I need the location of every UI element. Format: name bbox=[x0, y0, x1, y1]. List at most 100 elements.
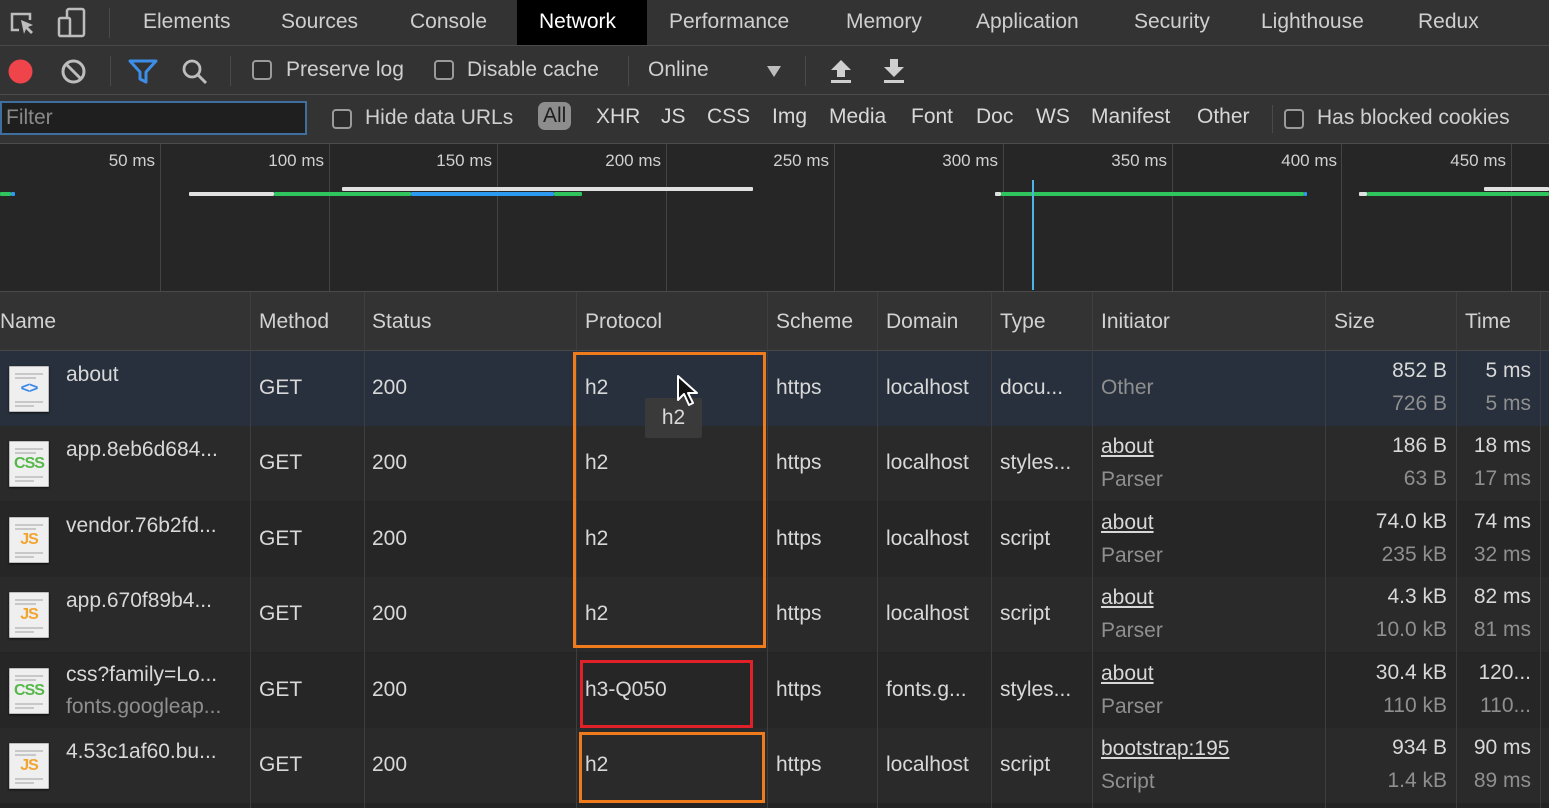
request-status: 200 bbox=[372, 678, 408, 701]
table-row[interactable]: JS vendor.76b2fd... GET 200 h2 https loc… bbox=[0, 502, 1549, 577]
request-scheme: https bbox=[776, 527, 822, 550]
column-header-method[interactable]: Method bbox=[259, 310, 329, 334]
initiator-link[interactable]: about bbox=[1101, 586, 1154, 610]
initiator-link[interactable]: about bbox=[1101, 511, 1154, 535]
css-file-icon: CSS bbox=[9, 441, 49, 487]
filter-type-other[interactable]: Other bbox=[1197, 105, 1250, 129]
tick-label: 350 ms bbox=[1111, 151, 1167, 170]
has-blocked-cookies-checkbox[interactable] bbox=[1284, 109, 1304, 129]
throttling-select[interactable]: Online bbox=[640, 52, 790, 88]
column-header-name[interactable]: Name bbox=[0, 310, 56, 334]
search-icon[interactable] bbox=[181, 58, 209, 86]
column-divider[interactable] bbox=[767, 292, 768, 808]
column-header-size[interactable]: Size bbox=[1334, 310, 1375, 334]
filter-type-css[interactable]: CSS bbox=[707, 105, 750, 129]
request-name[interactable]: css?family=Lo... bbox=[66, 663, 217, 687]
filter-type-js[interactable]: JS bbox=[661, 105, 686, 129]
transferred-size: 4.3 kB bbox=[1387, 585, 1447, 608]
tab-sources[interactable]: Sources bbox=[259, 0, 380, 45]
preserve-log-label[interactable]: Preserve log bbox=[286, 58, 404, 82]
request-domain: localhost bbox=[886, 527, 969, 550]
request-name[interactable]: vendor.76b2fd... bbox=[66, 514, 217, 538]
request-name[interactable]: app.670f89b4... bbox=[66, 589, 212, 613]
filter-type-img[interactable]: Img bbox=[772, 105, 807, 129]
filter-type-font[interactable]: Font bbox=[911, 105, 953, 129]
network-overview-timeline[interactable]: 50 ms 100 ms 150 ms 200 ms 250 ms 300 ms… bbox=[0, 144, 1549, 292]
initiator-link[interactable]: bootstrap:195 bbox=[1101, 737, 1229, 761]
filter-type-xhr[interactable]: XHR bbox=[596, 105, 640, 129]
device-toolbar-icon[interactable] bbox=[56, 6, 88, 38]
column-divider[interactable] bbox=[250, 292, 251, 808]
filter-type-doc[interactable]: Doc bbox=[976, 105, 1013, 129]
column-divider[interactable] bbox=[1456, 292, 1457, 808]
request-domain: fonts.g... bbox=[886, 678, 967, 701]
column-divider[interactable] bbox=[1092, 292, 1093, 808]
latency-time: 110... bbox=[1480, 694, 1531, 717]
disable-cache-checkbox[interactable] bbox=[434, 60, 454, 80]
request-bar bbox=[0, 192, 11, 196]
column-divider[interactable] bbox=[364, 292, 365, 808]
tab-performance[interactable]: Performance bbox=[647, 0, 811, 45]
tab-redux[interactable]: Redux bbox=[1396, 0, 1501, 45]
gridline bbox=[834, 144, 835, 291]
column-header-scheme[interactable]: Scheme bbox=[776, 310, 853, 334]
tab-application[interactable]: Application bbox=[954, 0, 1101, 45]
inspect-element-icon[interactable] bbox=[6, 6, 38, 38]
initiator-type: Parser bbox=[1101, 544, 1163, 567]
requests-table-header: Name Method Status Protocol Scheme Domai… bbox=[0, 292, 1549, 351]
divider bbox=[628, 56, 629, 86]
request-bar bbox=[1367, 192, 1549, 196]
record-icon[interactable] bbox=[7, 58, 34, 85]
clear-icon[interactable] bbox=[60, 58, 87, 85]
request-bar bbox=[274, 192, 411, 196]
column-header-initiator[interactable]: Initiator bbox=[1101, 310, 1170, 334]
protocol-highlight-orange bbox=[579, 732, 765, 803]
request-name[interactable]: 4.53c1af60.bu... bbox=[66, 740, 217, 764]
initiator-link[interactable]: about bbox=[1101, 662, 1154, 686]
request-name[interactable]: about bbox=[66, 363, 119, 387]
filter-input[interactable] bbox=[0, 101, 307, 135]
filter-icon[interactable] bbox=[128, 59, 158, 84]
column-header-protocol[interactable]: Protocol bbox=[585, 310, 662, 334]
latency-time: 89 ms bbox=[1473, 769, 1531, 792]
table-row[interactable]: JS app.670f89b4... GET 200 h2 https loca… bbox=[0, 577, 1549, 652]
gridline bbox=[1003, 144, 1004, 291]
initiator-link[interactable]: about bbox=[1101, 435, 1154, 459]
column-divider[interactable] bbox=[991, 292, 992, 808]
table-row[interactable]: <> about GET 200 h2 https localhost docu… bbox=[0, 351, 1549, 426]
table-row[interactable]: JS 4.53c1af60.bu... GET 200 h2 https loc… bbox=[0, 728, 1549, 803]
filter-type-ws[interactable]: WS bbox=[1036, 105, 1070, 129]
resource-size: 10.0 kB bbox=[1375, 618, 1447, 641]
request-method: GET bbox=[259, 451, 303, 474]
table-row[interactable]: CSS app.8eb6d684... GET 200 h2 https loc… bbox=[0, 426, 1549, 501]
export-har-icon[interactable] bbox=[882, 58, 906, 84]
import-har-icon[interactable] bbox=[829, 58, 853, 84]
column-header-status[interactable]: Status bbox=[372, 310, 432, 334]
tick-label: 400 ms bbox=[1281, 151, 1337, 170]
tab-memory[interactable]: Memory bbox=[824, 0, 944, 45]
filter-type-all[interactable]: All bbox=[538, 102, 572, 130]
column-header-domain[interactable]: Domain bbox=[886, 310, 958, 334]
request-name[interactable]: app.8eb6d684... bbox=[66, 438, 218, 462]
hide-data-urls-checkbox[interactable] bbox=[332, 109, 352, 129]
tab-network[interactable]: Network bbox=[517, 0, 647, 45]
hide-data-urls-label[interactable]: Hide data URLs bbox=[365, 106, 513, 130]
table-row[interactable]: CSS css?family=Lo... fonts.googleap... G… bbox=[0, 653, 1549, 728]
column-divider[interactable] bbox=[1540, 292, 1541, 808]
request-bar bbox=[1001, 192, 1304, 196]
tab-elements[interactable]: Elements bbox=[121, 0, 253, 45]
column-header-type[interactable]: Type bbox=[1000, 310, 1046, 334]
preserve-log-checkbox[interactable] bbox=[252, 60, 272, 80]
tab-security[interactable]: Security bbox=[1112, 0, 1232, 45]
request-bar bbox=[1484, 187, 1549, 191]
has-blocked-cookies-label[interactable]: Has blocked cookies bbox=[1317, 106, 1510, 130]
tab-lighthouse[interactable]: Lighthouse bbox=[1239, 0, 1386, 45]
filter-type-media[interactable]: Media bbox=[829, 105, 886, 129]
tab-console[interactable]: Console bbox=[388, 0, 509, 45]
column-divider[interactable] bbox=[877, 292, 878, 808]
disable-cache-label[interactable]: Disable cache bbox=[467, 58, 599, 82]
column-header-time[interactable]: Time bbox=[1465, 310, 1511, 334]
column-divider[interactable] bbox=[1325, 292, 1326, 808]
filter-type-manifest[interactable]: Manifest bbox=[1091, 105, 1170, 129]
request-domain: localhost bbox=[886, 376, 969, 399]
